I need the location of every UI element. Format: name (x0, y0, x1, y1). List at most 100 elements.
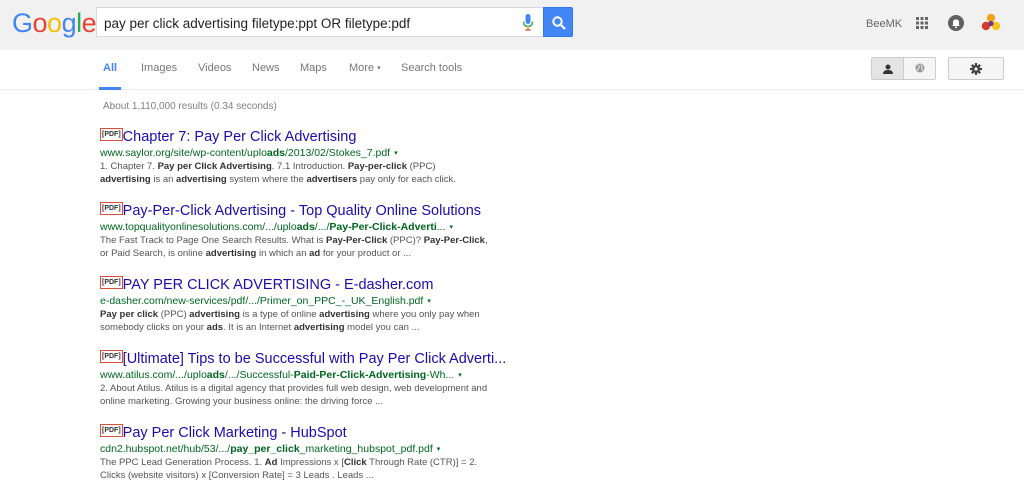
url-options-caret-icon[interactable]: ▾ (427, 298, 431, 305)
url-options-caret-icon[interactable]: ▾ (437, 446, 441, 453)
text-fragment: e-dasher.com/new-services/pdf/.../Primer… (100, 295, 424, 307)
result-stats: About 1,110,000 results (0.34 seconds) (103, 101, 277, 112)
result-snippet: The PPC Lead Generation Process. 1. Ad I… (100, 456, 488, 482)
search-box (96, 7, 544, 37)
microphone-icon[interactable] (522, 14, 534, 31)
personal-results-toggle (871, 57, 936, 80)
highlighted-term: Ad (264, 457, 278, 468)
pdf-badge: [PDF] (100, 276, 123, 289)
search-icon (552, 16, 566, 30)
search-input[interactable] (104, 14, 514, 32)
gear-icon (970, 63, 982, 75)
settings-button[interactable] (948, 57, 1004, 80)
pdf-badge: [PDF] (100, 128, 123, 141)
text-fragment: cdn2.hubspot.net/hub/53/.../ (100, 443, 231, 455)
logo-letter: e (81, 8, 97, 38)
text-fragment: _marketing_hubspot_pdf.pdf (299, 443, 433, 455)
highlighted-term: advertising (189, 309, 240, 320)
highlighted-term: Pay-Per-Click-Adverti (329, 221, 437, 233)
global-results-button[interactable] (904, 58, 935, 79)
search-result: [PDF] Pay-Per-Click Advertising - Top Qua… (100, 202, 500, 260)
text-fragment: -Wh... (426, 369, 455, 381)
personal-results-button[interactable] (872, 58, 904, 79)
url-options-caret-icon[interactable]: ▾ (458, 372, 462, 379)
text-fragment: system where the (226, 174, 307, 185)
search-result: [PDF] [Ultimate] Tips to be Successful wi… (100, 350, 506, 408)
tab-all[interactable]: All (103, 62, 117, 74)
google-logo[interactable]: Google (12, 8, 97, 39)
highlighted-term: advertising (176, 174, 227, 185)
result-title-row: [PDF] Pay Per Click Marketing - HubSpot (100, 424, 500, 442)
highlighted-term: Click (343, 457, 367, 468)
pdf-badge: [PDF] (100, 424, 123, 437)
active-tab-indicator (99, 87, 121, 90)
url-options-caret-icon[interactable]: ▾ (450, 224, 454, 231)
apps-grid-icon[interactable] (916, 17, 928, 29)
result-url: e-dasher.com/new-services/pdf/.../Primer… (100, 295, 500, 308)
highlighted-term: pay_per_click (230, 443, 300, 455)
highlighted-term: Paid-Per-Click-Advertising (293, 369, 427, 381)
avatar[interactable] (981, 13, 1001, 33)
text-fragment: 1. Chapter 7. (100, 161, 158, 172)
result-snippet: The Fast Track to Page One Search Result… (100, 234, 488, 260)
highlighted-term: Pay per Click Advertising (157, 161, 272, 172)
search-tabs: All Images Videos News Maps More ▾ Search… (0, 50, 1024, 90)
highlighted-term: Pay-Per-Click (423, 235, 485, 246)
pdf-badge: [PDF] (100, 350, 123, 363)
highlighted-term: advertising (100, 174, 151, 185)
text-fragment: /.../ (314, 221, 330, 233)
logo-letter: G (12, 8, 33, 38)
result-title-link[interactable]: Pay-Per-Click Advertising - Top Quality … (123, 203, 481, 219)
top-bar: Google BeeMK (0, 0, 1024, 50)
text-fragment: . 7.1 Introduction. (271, 161, 348, 172)
highlighted-term: Pay per click (100, 309, 159, 320)
result-url: www.topqualityonlinesolutions.com/.../up… (100, 221, 500, 234)
result-title-row: [PDF] Pay-Per-Click Advertising - Top Qua… (100, 202, 500, 220)
logo-letter: o (32, 8, 48, 38)
highlighted-term: advertisers (306, 174, 358, 185)
result-url: www.saylor.org/site/wp-content/uploads/2… (100, 147, 500, 160)
tab-search-tools[interactable]: Search tools (401, 62, 462, 74)
highlighted-term: Pay-Per-Click (325, 235, 388, 246)
text-fragment: The PPC Lead Generation Process. 1. (100, 457, 265, 468)
result-title-link[interactable]: Pay Per Click Marketing - HubSpot (123, 425, 347, 441)
tab-news[interactable]: News (252, 62, 280, 74)
text-fragment: model you can ... (344, 322, 420, 333)
highlighted-term: ads (296, 221, 315, 233)
pdf-badge: [PDF] (100, 202, 123, 215)
logo-letter: o (47, 8, 62, 38)
result-title-row: [PDF] PAY PER CLICK ADVERTISING - E-dashe… (100, 276, 500, 294)
result-title-link[interactable]: PAY PER CLICK ADVERTISING - E-dasher.com (123, 277, 434, 293)
text-fragment: /.../Successful- (224, 369, 294, 381)
search-result: [PDF] Pay Per Click Marketing - HubSpot cd… (100, 424, 500, 482)
text-fragment: www.atilus.com/.../uplo (100, 369, 207, 381)
text-fragment: www.topqualityonlinesolutions.com/.../up… (100, 221, 297, 233)
highlighted-term: advertising (293, 322, 345, 333)
text-fragment: The Fast Track to Page One Search Result… (100, 235, 326, 246)
chevron-down-icon: ▾ (377, 65, 381, 72)
text-fragment: is an (150, 174, 177, 185)
tab-more[interactable]: More ▾ (349, 62, 381, 74)
text-fragment: is a type of online (239, 309, 320, 320)
tab-videos[interactable]: Videos (198, 62, 231, 74)
result-title-link[interactable]: Chapter 7: Pay Per Click Advertising (123, 129, 357, 145)
text-fragment: for your product or ... (320, 248, 412, 259)
url-options-caret-icon[interactable]: ▾ (394, 150, 398, 157)
result-snippet: 2. About Atilus. Atilus is a digital age… (100, 382, 488, 408)
user-name[interactable]: BeeMK (866, 18, 902, 30)
person-icon (883, 64, 893, 74)
tab-images[interactable]: Images (141, 62, 177, 74)
text-fragment: pay only for each click. (357, 174, 456, 185)
result-title-link[interactable]: [Ultimate] Tips to be Successful with Pa… (123, 351, 507, 367)
search-result: [PDF] PAY PER CLICK ADVERTISING - E-dashe… (100, 276, 500, 334)
notifications-icon[interactable] (948, 15, 964, 31)
text-fragment: (PPC) (406, 161, 436, 172)
highlighted-term: Pay-per-click (347, 161, 407, 172)
result-title-row: [PDF] [Ultimate] Tips to be Successful wi… (100, 350, 506, 368)
result-snippet: Pay per click (PPC) advertising is a typ… (100, 308, 488, 334)
search-button[interactable] (543, 7, 573, 37)
highlighted-term: ads (206, 369, 225, 381)
tab-maps[interactable]: Maps (300, 62, 327, 74)
text-fragment: Impressions x [ (277, 457, 344, 468)
tab-more-label: More (349, 62, 375, 74)
